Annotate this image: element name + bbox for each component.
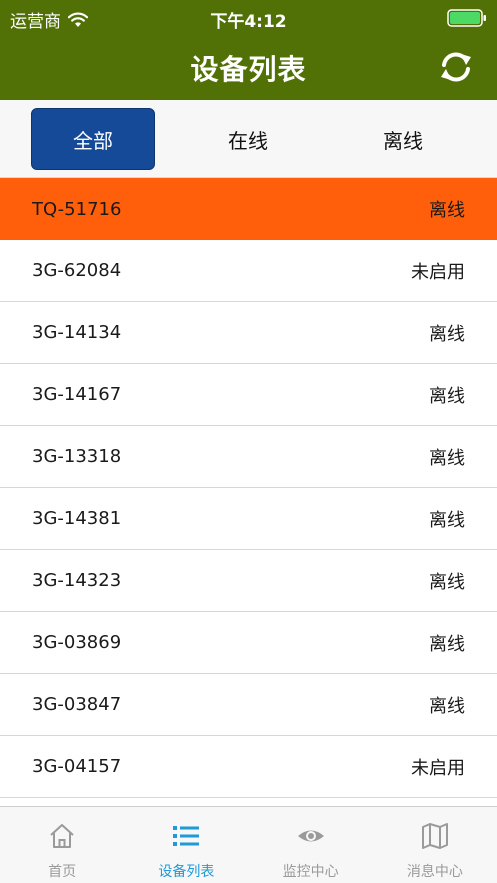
device-status: 未启用 — [411, 261, 465, 283]
device-row[interactable]: 3G-04157 未启用 — [0, 736, 497, 798]
tab-label: 首页 — [48, 864, 77, 880]
segment-online[interactable]: 在线 — [186, 108, 310, 170]
device-status: 离线 — [429, 695, 465, 717]
clock: 下午4:12 — [210, 12, 287, 32]
device-row[interactable]: 3G-14381 离线 — [0, 488, 497, 550]
device-status: 离线 — [429, 385, 465, 407]
device-id: 3G-14134 — [32, 322, 122, 343]
home-icon — [50, 824, 74, 848]
device-status: 离线 — [429, 571, 465, 593]
battery-icon — [447, 9, 486, 27]
tab-device-list[interactable]: 设备列表 — [124, 807, 248, 883]
device-status: 离线 — [429, 200, 465, 221]
device-row[interactable]: TQ-51716 离线 — [0, 178, 497, 240]
device-row[interactable]: 3G-13318 离线 — [0, 426, 497, 488]
device-id: TQ-51716 — [32, 198, 122, 220]
refresh-button[interactable] — [437, 48, 475, 86]
map-icon — [421, 823, 448, 849]
status-bar: 运营商 下午4:12 — [0, 0, 497, 34]
device-row[interactable]: 3G-14167 离线 — [0, 364, 497, 426]
device-status: 离线 — [429, 447, 465, 469]
device-id: 3G-03847 — [32, 694, 122, 715]
segment-all[interactable]: 全部 — [31, 108, 155, 170]
device-row[interactable]: 3G-62084 未启用 — [0, 240, 497, 302]
device-status: 离线 — [429, 633, 465, 655]
device-id: 3G-03869 — [32, 632, 122, 653]
device-id: 3G-04157 — [32, 756, 122, 777]
device-row[interactable]: 3G-03869 离线 — [0, 612, 497, 674]
device-row[interactable]: 3G-03847 离线 — [0, 674, 497, 736]
tab-home[interactable]: 首页 — [0, 807, 124, 883]
tab-label: 消息中心 — [406, 864, 463, 880]
device-status: 离线 — [429, 323, 465, 345]
device-status: 离线 — [429, 509, 465, 531]
device-row[interactable]: 3G-14323 离线 — [0, 550, 497, 612]
device-list: TQ-51716 离线 3G-62084 未启用 3G-14134 离线 3G-… — [0, 178, 497, 806]
device-id: 3G-14167 — [32, 384, 122, 405]
device-status: 未启用 — [411, 757, 465, 779]
device-id: 3G-14323 — [32, 570, 122, 591]
tab-label: 设备列表 — [158, 864, 215, 880]
tab-message-center[interactable]: 消息中心 — [373, 807, 497, 883]
eye-icon — [297, 830, 324, 842]
device-id: 3G-14381 — [32, 508, 122, 529]
page-title: 设备列表 — [190, 53, 307, 86]
header: 运营商 下午4:12 设备列表 — [0, 0, 497, 100]
tab-label: 监控中心 — [282, 864, 339, 880]
tab-monitor-center[interactable]: 监控中心 — [249, 807, 373, 883]
device-row[interactable]: 3G-14134 离线 — [0, 302, 497, 364]
filter-segment: 全部 在线 离线 — [0, 100, 497, 178]
segment-offline[interactable]: 离线 — [341, 108, 465, 170]
device-id: 3G-13318 — [32, 446, 122, 467]
nav-bar: 设备列表 — [0, 34, 497, 100]
device-id: 3G-62084 — [32, 260, 122, 281]
list-icon — [173, 826, 200, 846]
tab-bar: 首页 设备列表 监控中心 消息中心 — [0, 806, 497, 883]
refresh-icon — [441, 52, 471, 82]
